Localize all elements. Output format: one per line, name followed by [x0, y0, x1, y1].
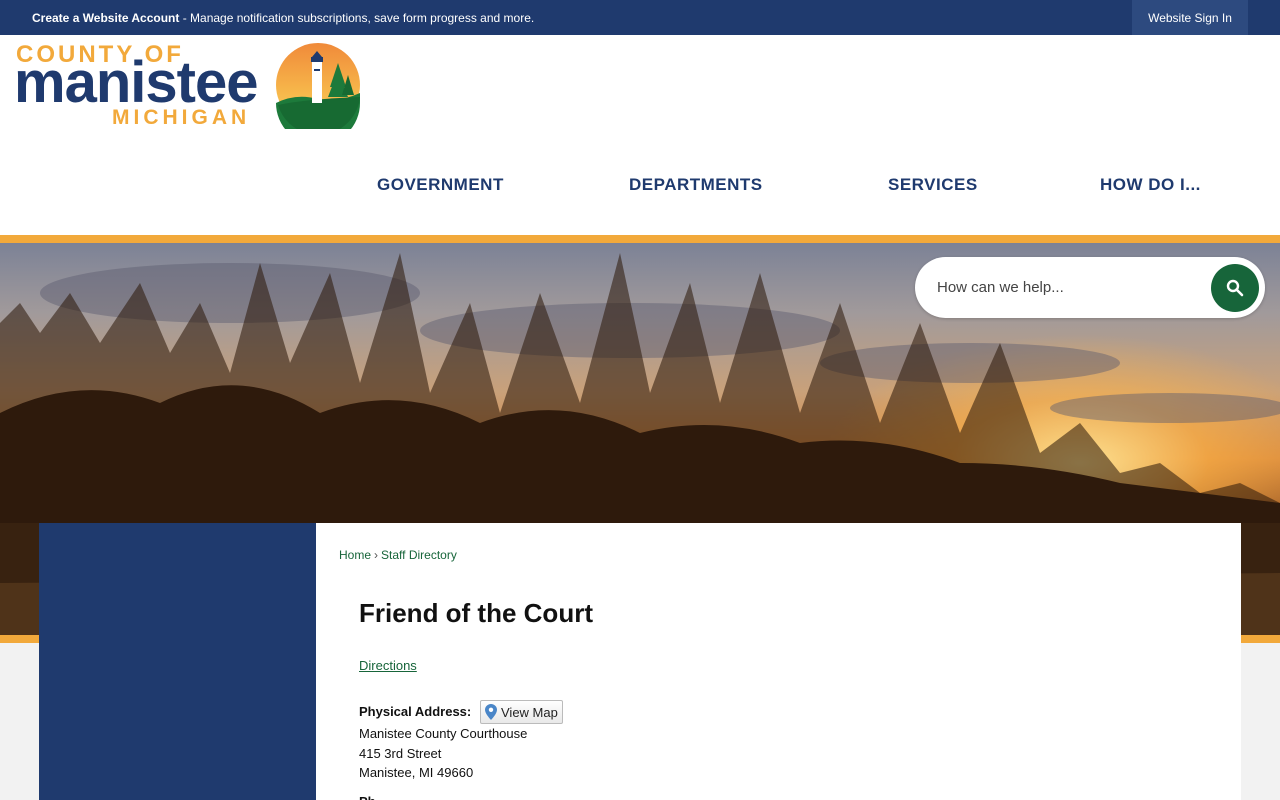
breadcrumb-separator: › [374, 548, 379, 562]
header-accent-stripe [0, 235, 1280, 243]
nav-government[interactable]: GOVERNMENT [377, 175, 504, 195]
page-title: Friend of the Court [359, 598, 593, 628]
address-line-1: Manistee County Courthouse [359, 726, 528, 741]
view-map-label: View Map [501, 704, 558, 720]
breadcrumb-staff-directory[interactable]: Staff Directory [381, 548, 457, 562]
sidebar-panel [39, 523, 316, 800]
nav-departments[interactable]: DEPARTMENTS [629, 175, 763, 195]
site-search [915, 257, 1265, 318]
breadcrumb: Home › Staff Directory [339, 548, 457, 562]
logo-michigan: MICHIGAN [112, 106, 251, 129]
address-line-2: 415 3rd Street [359, 746, 442, 761]
directions-link[interactable]: Directions [359, 658, 417, 673]
create-account-title[interactable]: Create a Website Account [32, 11, 179, 25]
search-icon [1226, 279, 1244, 297]
site-header: COUNTY OF manistee MICHIGAN GOVERNMENT D… [0, 35, 1280, 235]
sign-in-button[interactable]: Website Sign In [1132, 0, 1248, 35]
lighthouse-logo-icon [276, 43, 360, 129]
search-button[interactable] [1211, 264, 1259, 312]
create-account-link[interactable]: Create a Website Account - Manage notifi… [32, 11, 534, 25]
phone-label-partial: Ph [359, 794, 376, 800]
search-input[interactable] [937, 275, 1207, 299]
physical-address-label: Physical Address: [359, 704, 472, 719]
nav-services[interactable]: SERVICES [888, 175, 978, 195]
map-pin-icon [485, 704, 497, 720]
nav-how-do-i[interactable]: HOW DO I... [1100, 175, 1201, 195]
main-content: Home › Staff Directory Friend of the Court… [316, 523, 1241, 800]
view-map-button[interactable]: View Map [480, 700, 563, 724]
utility-bar: Create a Website Account - Manage notifi… [0, 0, 1280, 35]
breadcrumb-home[interactable]: Home [339, 548, 371, 562]
county-logo[interactable]: COUNTY OF manistee MICHIGAN [14, 41, 364, 131]
create-account-description: - Manage notification subscriptions, sav… [179, 11, 535, 25]
address-line-3: Manistee, MI 49660 [359, 765, 474, 780]
